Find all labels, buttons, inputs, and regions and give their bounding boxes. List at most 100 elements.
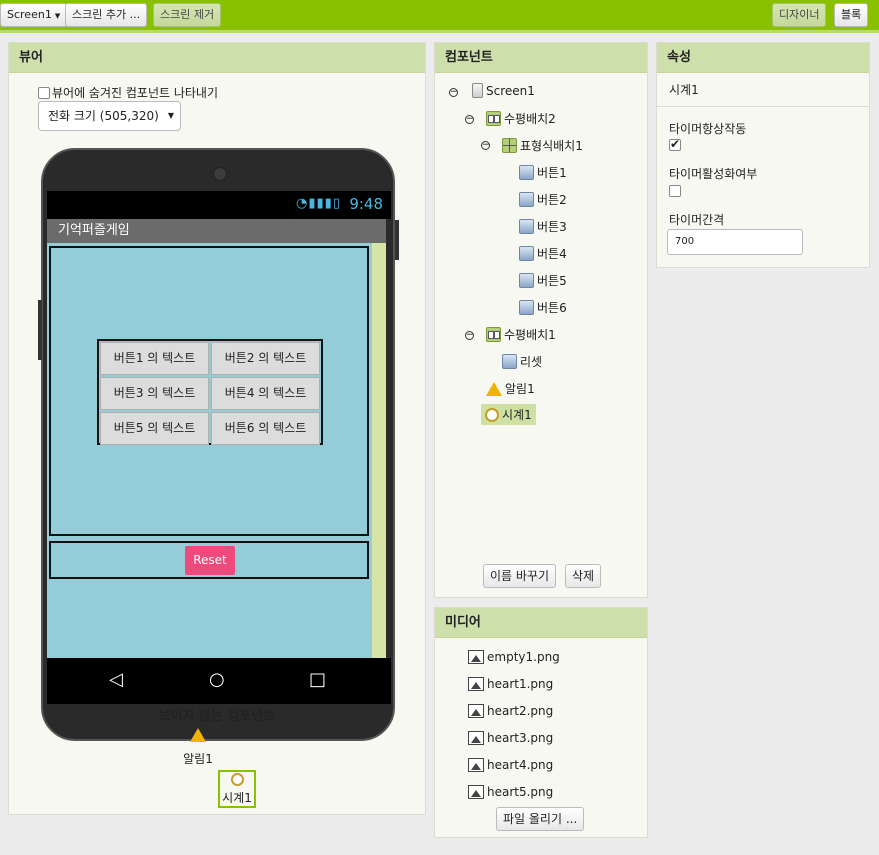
- timer-interval-input[interactable]: 700: [667, 229, 803, 255]
- media-file-item[interactable]: heart2.png: [468, 704, 553, 718]
- tree-item-screen1[interactable]: Screen1: [472, 83, 535, 98]
- tree-item-label: 리셋: [520, 355, 543, 369]
- button-icon: [519, 192, 534, 207]
- timer-always-fires-label: 타이머항상작동: [669, 122, 747, 136]
- blocks-button[interactable]: 블록: [834, 3, 869, 27]
- collapse-icon[interactable]: −: [465, 331, 474, 340]
- tree-item-button3[interactable]: 버튼3: [519, 218, 567, 235]
- media-title: 미디어: [435, 608, 647, 638]
- image-icon: [468, 704, 484, 718]
- warning-icon: [486, 381, 502, 396]
- puzzle-button-6[interactable]: 버튼6 의 텍스트: [211, 412, 320, 445]
- tree-item-label: 버튼5: [537, 274, 567, 288]
- button-icon: [519, 219, 534, 234]
- horizontal-arrangement-1[interactable]: Reset: [49, 541, 369, 579]
- tree-item-button2[interactable]: 버튼2: [519, 191, 567, 208]
- phone-side-button: [395, 220, 399, 260]
- tree-item-label: 버튼3: [537, 220, 567, 234]
- recent-apps-icon: □: [309, 669, 327, 690]
- tree-item-button5[interactable]: 버튼5: [519, 272, 567, 289]
- collapse-icon[interactable]: −: [465, 115, 474, 124]
- timer-always-fires-checkbox[interactable]: [669, 137, 681, 151]
- tree-item-table1[interactable]: 표형식배치1: [502, 137, 583, 154]
- tree-item-clock1[interactable]: 시계1: [481, 404, 536, 425]
- phone-screen[interactable]: 버튼1 의 텍스트 버튼2 의 텍스트 버튼3 의 텍스트 버튼4 의 텍스트 …: [47, 243, 386, 658]
- phone-size-label: 전화 크기 (505,320): [48, 109, 159, 123]
- horizontal-arrangement-2[interactable]: 버튼1 의 텍스트 버튼2 의 텍스트 버튼3 의 텍스트 버튼4 의 텍스트 …: [49, 246, 369, 536]
- table-arrangement-icon: [502, 138, 517, 153]
- tree-item-label: 수평배치2: [504, 112, 556, 126]
- puzzle-button-4[interactable]: 버튼4 의 텍스트: [211, 377, 320, 410]
- timer-enabled-label: 타이머활성화여부: [669, 167, 758, 181]
- tree-item-label: 시계1: [502, 408, 532, 422]
- clock-icon: [230, 773, 244, 786]
- image-icon: [468, 731, 484, 745]
- show-hidden-label: 뷰어에 숨겨진 컴포넌트 나타내기: [52, 86, 219, 100]
- nonvisible-notifier[interactable]: 알림1: [180, 728, 216, 767]
- reset-button[interactable]: Reset: [185, 546, 235, 575]
- upload-file-button[interactable]: 파일 올리기 ...: [496, 807, 585, 831]
- image-icon: [468, 785, 484, 799]
- clock-icon: [485, 407, 499, 422]
- designer-button[interactable]: 디자이너: [772, 3, 827, 27]
- tree-item-button4[interactable]: 버튼4: [519, 245, 567, 262]
- button-icon: [502, 354, 517, 369]
- media-file-item[interactable]: heart5.png: [468, 785, 553, 799]
- tree-item-label: 버튼4: [537, 247, 567, 261]
- camera-icon: [213, 167, 227, 181]
- media-file-name: empty1.png: [487, 650, 560, 664]
- media-file-name: heart2.png: [487, 704, 554, 718]
- phone-size-select[interactable]: 전화 크기 (505,320) ▼: [38, 101, 181, 131]
- puzzle-button-3[interactable]: 버튼3 의 텍스트: [100, 377, 209, 410]
- tree-item-notifier1[interactable]: 알림1: [486, 380, 535, 397]
- nonvisible-clock-label: 시계1: [222, 791, 252, 805]
- chevron-down-icon: ▼: [167, 111, 174, 120]
- delete-button[interactable]: 삭제: [565, 564, 602, 588]
- tree-item-label: 표형식배치1: [520, 139, 583, 153]
- show-hidden-checkbox[interactable]: [38, 86, 50, 99]
- media-file-item[interactable]: empty1.png: [468, 650, 560, 664]
- nonvisible-components-title: 보이지 않는 컴포넌트: [158, 709, 276, 724]
- puzzle-button-2[interactable]: 버튼2 의 텍스트: [211, 342, 320, 375]
- rename-button[interactable]: 이름 바꾸기: [483, 564, 557, 588]
- status-time: 9:48: [349, 195, 383, 213]
- puzzle-button-1[interactable]: 버튼1 의 텍스트: [100, 342, 209, 375]
- timer-enabled-checkbox[interactable]: [669, 185, 681, 197]
- timer-interval-label: 타이머간격: [669, 213, 725, 227]
- signal-battery-icon: ◔▮▮▮▯: [296, 196, 341, 211]
- media-panel: 미디어 empty1.png heart1.png heart2.png hea…: [434, 607, 648, 838]
- chevron-down-icon: ▼: [54, 12, 61, 20]
- collapse-icon[interactable]: −: [449, 88, 458, 97]
- button-icon: [519, 300, 534, 315]
- tree-item-hbox2[interactable]: 수평배치2: [486, 110, 556, 127]
- image-icon: [468, 650, 484, 664]
- media-file-name: heart3.png: [487, 731, 554, 745]
- add-screen-button[interactable]: 스크린 추가 ...: [65, 3, 148, 27]
- home-icon: ○: [209, 669, 225, 690]
- status-bar: ◔▮▮▮▯ 9:48: [47, 191, 391, 219]
- collapse-icon[interactable]: −: [481, 141, 490, 150]
- table-arrangement-1[interactable]: 버튼1 의 텍스트 버튼2 의 텍스트 버튼3 의 텍스트 버튼4 의 텍스트 …: [97, 339, 323, 445]
- media-file-item[interactable]: heart3.png: [468, 731, 553, 745]
- remove-screen-button[interactable]: 스크린 제거: [153, 3, 222, 27]
- tree-item-label: 버튼6: [537, 301, 567, 315]
- media-file-item[interactable]: heart4.png: [468, 758, 553, 772]
- back-icon: ◁: [109, 669, 123, 690]
- puzzle-button-5[interactable]: 버튼5 의 텍스트: [100, 412, 209, 445]
- phone-side-button: [38, 300, 42, 360]
- nonvisible-clock[interactable]: 시계1: [218, 770, 256, 808]
- phone-frame: ◔▮▮▮▯ 9:48 기억퍼즐게임 버튼1 의 텍스트 버튼2 의 텍스트 버튼…: [38, 148, 399, 741]
- tree-item-button1[interactable]: 버튼1: [519, 164, 567, 181]
- android-nav-bar: ◁ ○ □: [47, 658, 391, 704]
- tree-item-hbox1[interactable]: 수평배치1: [486, 326, 556, 343]
- horizontal-arrangement-icon: [486, 327, 501, 342]
- tree-item-label: 알림1: [505, 382, 535, 396]
- tree-item-reset[interactable]: 리셋: [502, 353, 542, 370]
- screen-select[interactable]: Screen1 ▼: [0, 3, 68, 27]
- tree-item-label: 수평배치1: [504, 328, 556, 342]
- show-hidden-checkbox-row[interactable]: 뷰어에 숨겨진 컴포넌트 나타내기: [38, 84, 218, 101]
- app-title-bar: 기억퍼즐게임: [47, 219, 386, 243]
- tree-item-button6[interactable]: 버튼6: [519, 299, 567, 316]
- media-file-item[interactable]: heart1.png: [468, 677, 553, 691]
- media-file-name: heart5.png: [487, 785, 554, 799]
